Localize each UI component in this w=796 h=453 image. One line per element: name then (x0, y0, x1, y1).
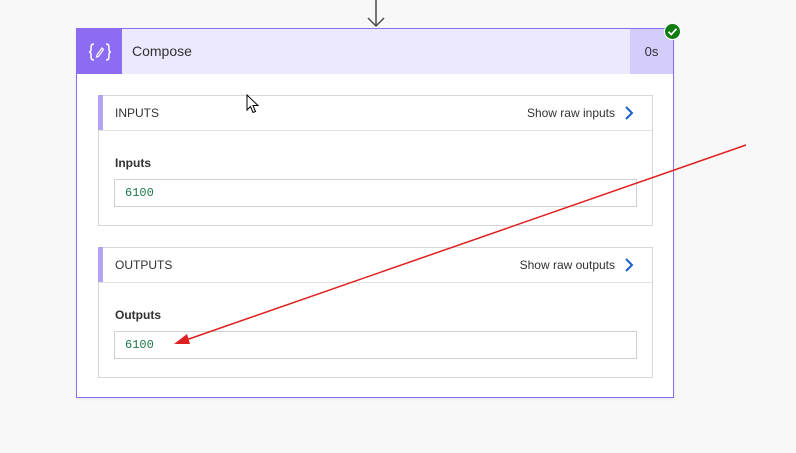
outputs-value: 6100 (125, 338, 154, 352)
outputs-value-box[interactable]: 6100 (114, 331, 637, 359)
section-accent-bar (98, 95, 103, 130)
compose-braces-icon (77, 29, 122, 74)
inputs-value-box[interactable]: 6100 (114, 179, 637, 207)
inputs-section-title: INPUTS (115, 106, 160, 120)
compose-action-card: Compose 0s INPUTS Show raw inputs Inputs… (76, 23, 681, 398)
show-raw-outputs-label: Show raw outputs (519, 258, 615, 272)
inputs-field-label: Inputs (115, 156, 151, 170)
outputs-field-label: Outputs (115, 308, 161, 322)
chevron-right-icon (625, 258, 634, 272)
success-check-icon (664, 23, 681, 40)
inputs-section: INPUTS Show raw inputs Inputs 6100 (98, 95, 653, 226)
show-raw-outputs-link[interactable]: Show raw outputs (520, 248, 635, 282)
outputs-section-title: OUTPUTS (115, 258, 173, 272)
mouse-cursor-icon (246, 94, 260, 114)
show-raw-inputs-link[interactable]: Show raw inputs (527, 96, 635, 130)
show-raw-inputs-label: Show raw inputs (526, 106, 615, 120)
chevron-right-icon (625, 106, 634, 120)
section-accent-bar (98, 247, 103, 282)
inputs-section-header: INPUTS Show raw inputs (98, 95, 652, 131)
inputs-value: 6100 (125, 186, 154, 200)
action-title: Compose (132, 43, 192, 59)
action-header[interactable]: Compose 0s (77, 29, 673, 74)
flow-connector-arrow-icon (367, 0, 385, 28)
outputs-section: OUTPUTS Show raw outputs Outputs 6100 (98, 247, 653, 378)
outputs-section-header: OUTPUTS Show raw outputs (98, 247, 652, 283)
